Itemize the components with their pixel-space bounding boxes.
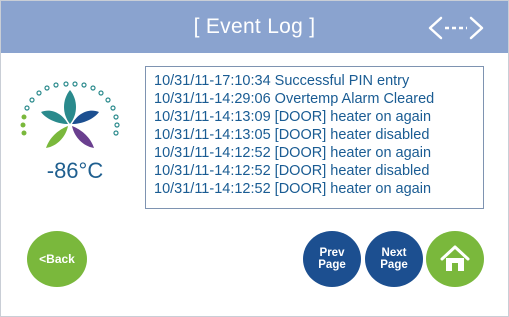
temperature-readout: -86°C (46, 158, 104, 183)
home-icon (440, 245, 470, 271)
log-entry: 10/31/11-14:13:09 [DOOR] heater on again (154, 109, 432, 125)
log-entry: 10/31/11-14:12:52 [DOOR] heater on again (154, 181, 432, 197)
prev-page-button[interactable]: Prev Page (303, 231, 361, 287)
log-entry: 10/31/11-17:10:34 Successful PIN entry (154, 73, 410, 89)
log-entry: 10/31/11-14:12:52 [DOOR] heater on again (154, 145, 432, 161)
event-log-panel: 10/31/11-17:10:34 Successful PIN entry 1… (145, 66, 484, 209)
prev-label-line2: Page (318, 259, 346, 271)
next-page-button[interactable]: Next Page (365, 231, 423, 287)
back-button-label: <Back (39, 252, 75, 266)
log-entry: 10/31/11-14:12:52 [DOOR] heater disabled (154, 163, 430, 179)
home-button[interactable] (426, 231, 484, 287)
temperature-gauge-logo (20, 81, 120, 148)
double-arrow-icon[interactable] (427, 15, 485, 41)
flower-petals (41, 90, 99, 148)
next-label-line1: Next (381, 247, 407, 259)
prev-label-line1: Prev (319, 247, 345, 259)
next-page-label: Next Page (380, 247, 408, 271)
next-label-line2: Page (380, 259, 408, 271)
log-entry: 10/31/11-14:29:06 Overtemp Alarm Cleared (154, 91, 435, 107)
back-button[interactable]: <Back (27, 231, 87, 287)
prev-page-label: Prev Page (318, 247, 346, 271)
header-bar: [ Event Log ] (1, 1, 508, 53)
log-entry: 10/31/11-14:13:05 [DOOR] heater disabled (154, 127, 430, 143)
